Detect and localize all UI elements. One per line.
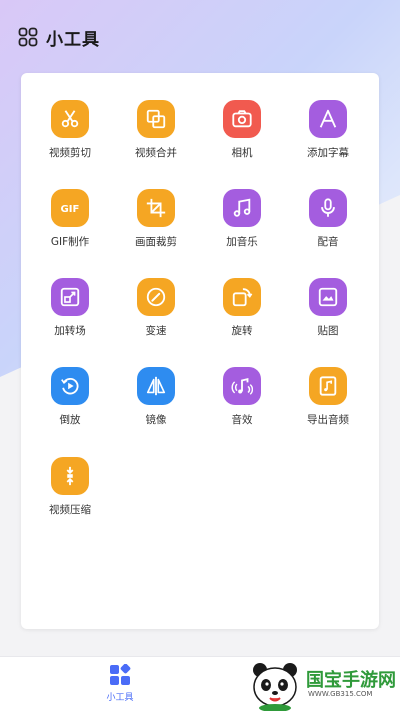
tool-label: 变速 [145,325,167,337]
tool-label: 视频合并 [135,147,177,159]
tool-label: 音效 [231,414,253,426]
reverse-play-icon [51,367,89,405]
panda-icon [253,663,297,711]
apps-grid-icon[interactable] [18,27,38,47]
svg-text:GIF: GIF [61,204,80,215]
tool-crop[interactable]: 画面裁剪 [113,189,199,259]
speed-icon [137,278,175,316]
page-title: 小工具 [46,29,100,50]
microphone-icon [309,189,347,227]
tool-video-cut[interactable]: 视频剪切 [27,100,113,170]
tool-label: 视频剪切 [49,147,91,159]
tool-add-transition[interactable]: 加转场 [27,278,113,348]
merge-icon [137,100,175,138]
tool-label: 视频压缩 [49,504,91,516]
tool-reverse[interactable]: 倒放 [27,367,113,437]
tool-label: 配音 [317,236,339,248]
tool-label: 倒放 [59,414,81,426]
tool-label: 镜像 [145,414,167,426]
crop-icon [137,189,175,227]
sound-effect-icon [223,367,261,405]
tool-gif-maker[interactable]: GIF GIF制作 [27,189,113,259]
tool-dubbing[interactable]: 配音 [285,189,371,259]
tools-grid-icon [110,664,131,685]
music-note-icon [223,189,261,227]
watermark-text: 国宝手游网 [306,670,396,691]
tool-label: 贴图 [317,325,339,337]
rotate-icon [223,278,261,316]
page-header: 小工具 [18,24,100,50]
tool-label: 旋转 [231,325,253,337]
tool-label: GIF制作 [50,236,90,248]
tab-label: 小工具 [106,693,134,703]
tool-label: 相机 [231,147,253,159]
tool-label: 添加字幕 [307,147,349,159]
tool-camera[interactable]: 相机 [199,100,285,170]
tool-rotate[interactable]: 旋转 [199,278,285,348]
tool-sticker[interactable]: 贴图 [285,278,371,348]
tab-tools[interactable]: 小工具 [80,664,160,708]
mirror-icon [137,367,175,405]
tool-add-music[interactable]: 加音乐 [199,189,285,259]
gif-icon: GIF [51,189,89,227]
watermark-url: WWW.GB315.COM [308,690,373,698]
scissors-icon [51,100,89,138]
tool-export-audio[interactable]: 导出音频 [285,367,371,437]
sticker-icon [309,278,347,316]
watermark: 国宝手游网 WWW.GB315.COM [248,660,400,711]
tools-card: 视频剪切 视频合并 相机 添加字幕 GIF GIF制作 画面裁剪 加音乐 配音 … [21,73,379,629]
tool-mirror[interactable]: 镜像 [113,367,199,437]
tool-add-subtitle[interactable]: 添加字幕 [285,100,371,170]
tool-label: 加转场 [54,325,86,337]
compress-icon [51,457,89,495]
transition-icon [51,278,89,316]
camera-icon [223,100,261,138]
tool-speed[interactable]: 变速 [113,278,199,348]
export-audio-icon [309,367,347,405]
subtitle-icon [309,100,347,138]
tool-label: 加音乐 [226,236,258,248]
tool-sound-effect[interactable]: 音效 [199,367,285,437]
tool-label: 画面裁剪 [135,236,177,248]
tool-label: 导出音频 [307,414,349,426]
tool-video-merge[interactable]: 视频合并 [113,100,199,170]
tool-video-compress[interactable]: 视频压缩 [27,457,113,527]
